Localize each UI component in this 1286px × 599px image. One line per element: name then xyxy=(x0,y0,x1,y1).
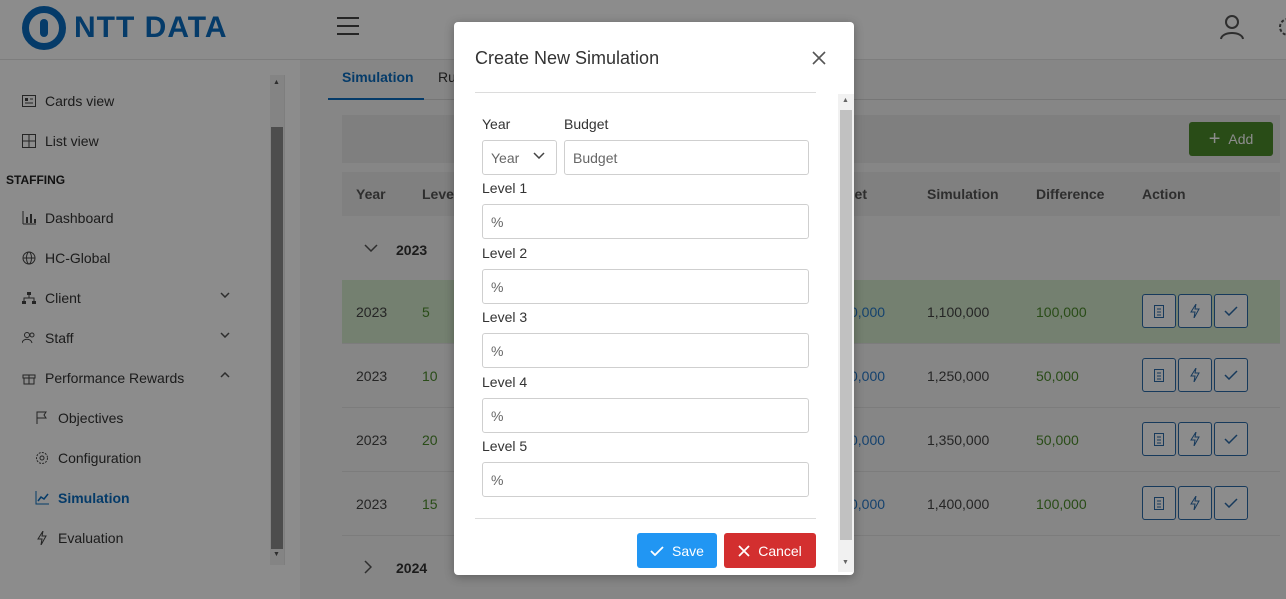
level-2-label: Level 2 xyxy=(482,245,528,261)
close-icon xyxy=(738,544,750,557)
level-4-input[interactable]: % xyxy=(482,398,809,433)
save-button-label: Save xyxy=(672,542,704,559)
level-5-input[interactable]: % xyxy=(482,462,809,497)
level-3-label: Level 3 xyxy=(482,309,528,325)
level-1-placeholder: % xyxy=(491,213,504,230)
level-5-label: Level 5 xyxy=(482,438,528,454)
save-button[interactable]: Save xyxy=(637,533,717,568)
cancel-button-label: Cancel xyxy=(758,542,802,559)
check-icon xyxy=(650,545,664,556)
level-3-input[interactable]: % xyxy=(482,333,809,368)
level-4-label: Level 4 xyxy=(482,374,528,390)
chevron-down-icon xyxy=(533,152,545,159)
scroll-up-arrow-icon[interactable]: ▲ xyxy=(842,97,849,104)
close-icon[interactable] xyxy=(810,49,828,67)
dialog-scrollbar[interactable]: ▲ ▼ xyxy=(838,94,854,572)
dialog-title: Create New Simulation xyxy=(475,48,660,68)
budget-placeholder: Budget xyxy=(573,149,618,166)
divider xyxy=(475,518,816,519)
year-label: Year xyxy=(482,116,511,132)
budget-input[interactable]: Budget xyxy=(564,140,809,175)
create-simulation-dialog: Create New Simulation Year Budget Year B… xyxy=(454,22,854,575)
level-2-placeholder: % xyxy=(491,278,504,295)
level-1-label: Level 1 xyxy=(482,180,528,196)
level-3-placeholder: % xyxy=(491,342,504,359)
year-select-value: Year xyxy=(491,149,520,166)
level-1-input[interactable]: % xyxy=(482,204,809,239)
scrollbar-thumb[interactable] xyxy=(840,110,852,540)
level-2-input[interactable]: % xyxy=(482,269,809,304)
cancel-button[interactable]: Cancel xyxy=(724,533,816,568)
budget-label: Budget xyxy=(564,116,609,132)
level-5-placeholder: % xyxy=(491,471,504,488)
divider xyxy=(475,92,816,93)
scroll-down-arrow-icon[interactable]: ▼ xyxy=(842,559,849,566)
level-4-placeholder: % xyxy=(491,407,504,424)
year-select[interactable]: Year xyxy=(482,140,557,175)
